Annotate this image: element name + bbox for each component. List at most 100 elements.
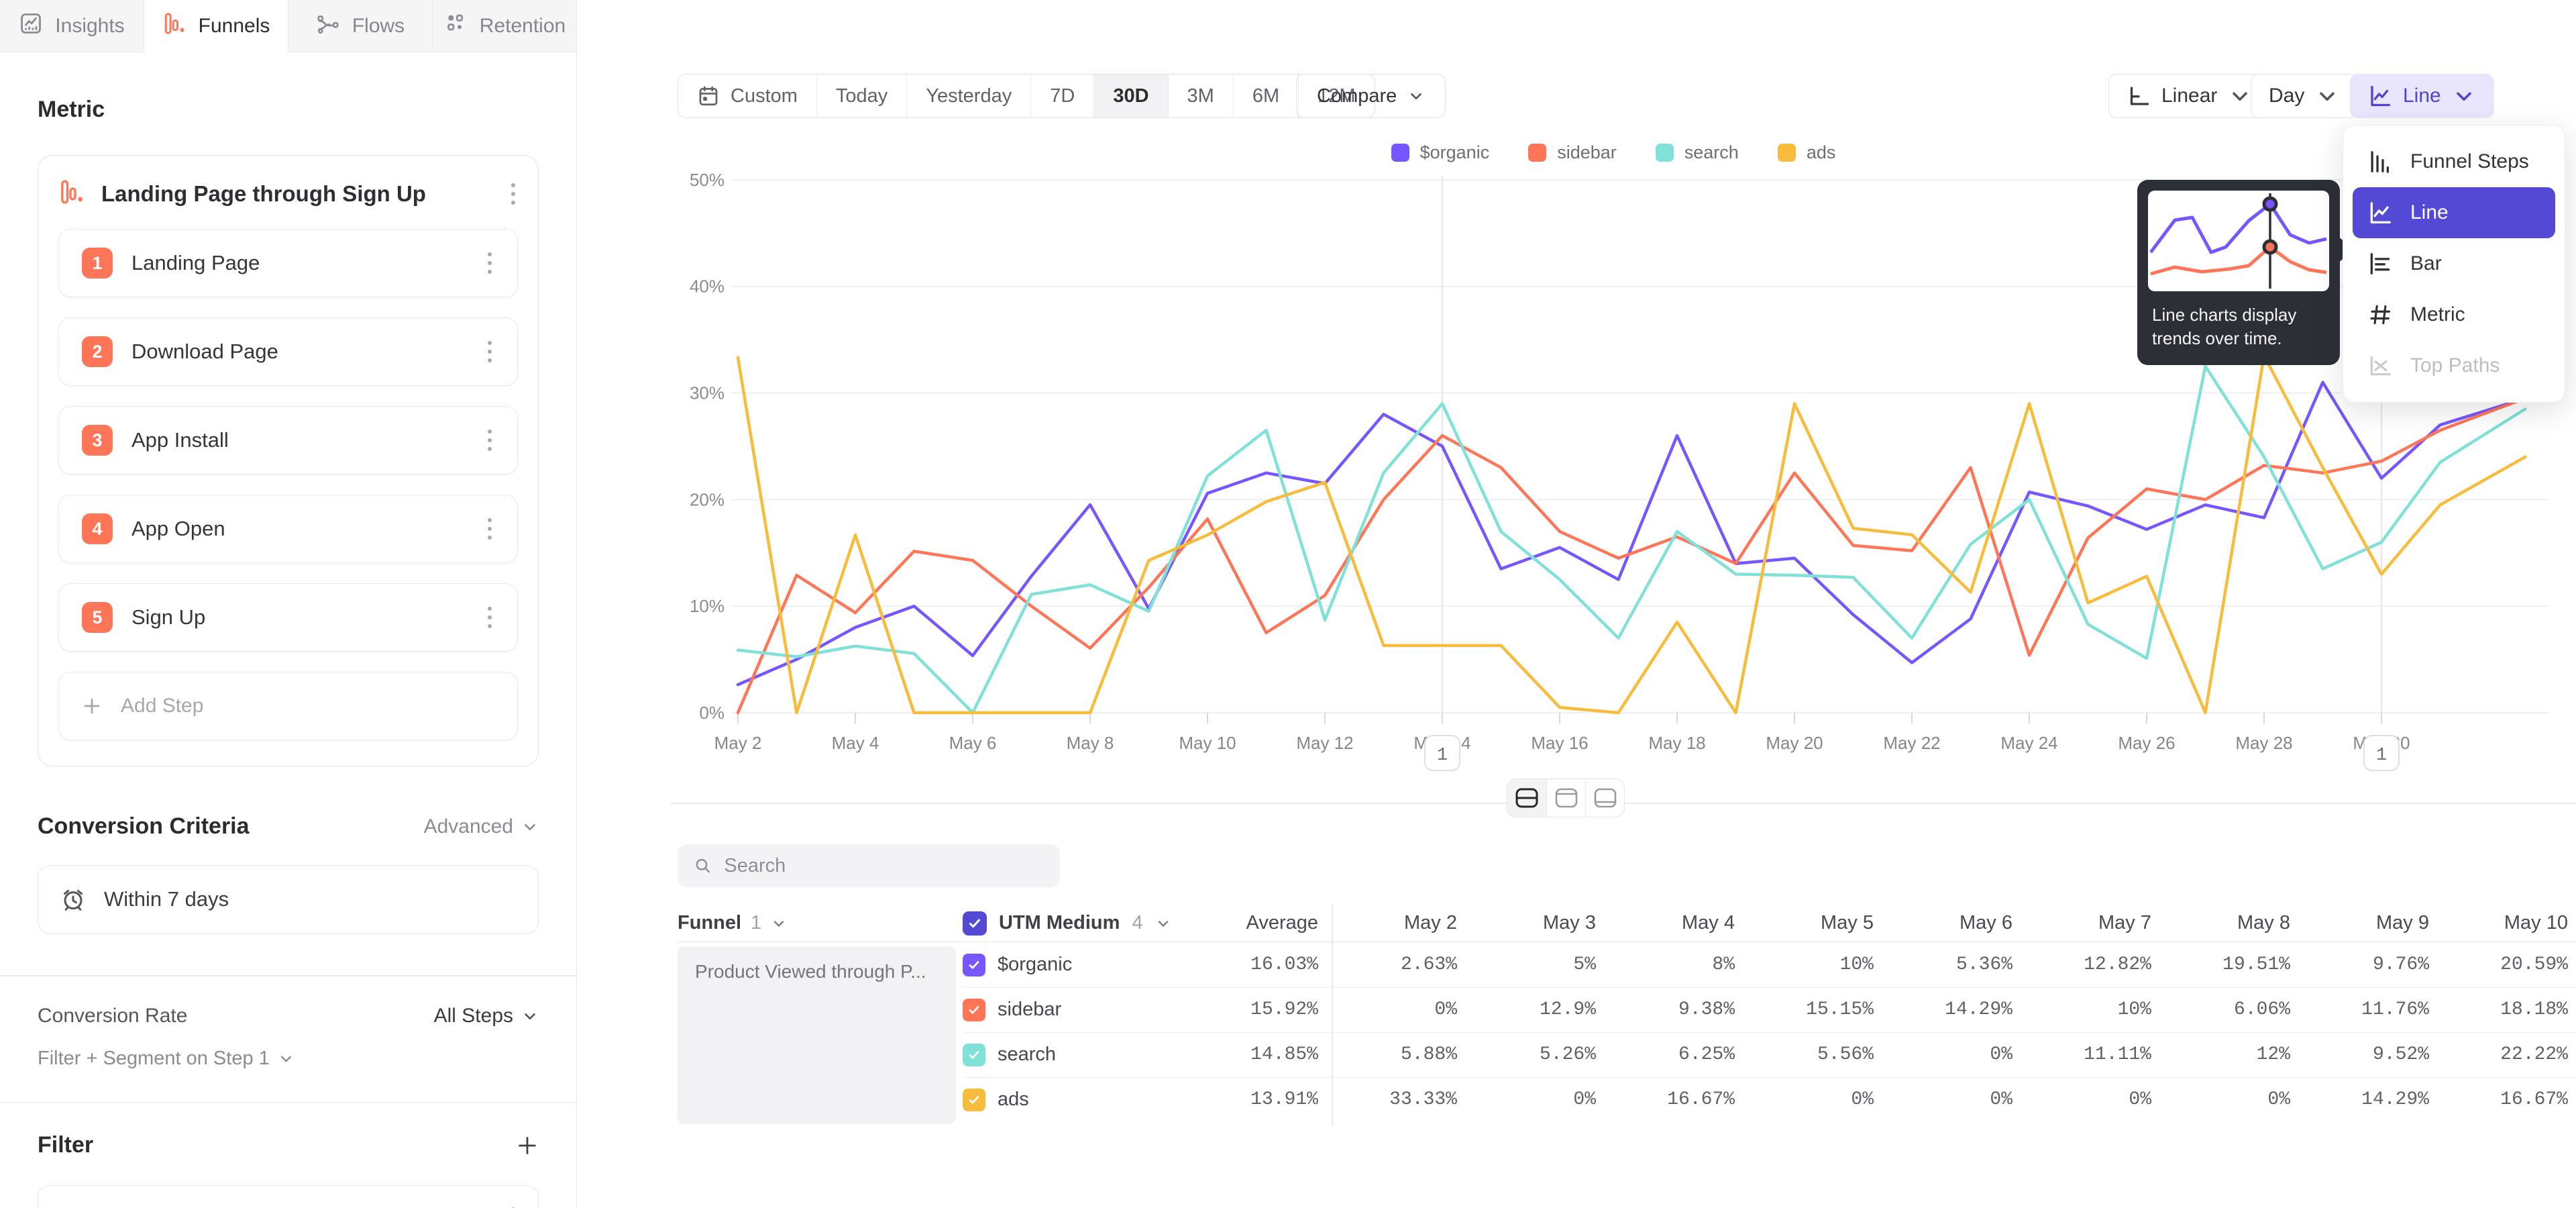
- cell-value: 14.85%: [1181, 1044, 1318, 1065]
- annotation-badge[interactable]: 1: [2364, 736, 2399, 770]
- legend-item-sidebar[interactable]: sidebar: [1528, 142, 1617, 163]
- range-today[interactable]: Today: [816, 74, 906, 117]
- step-label: Landing Page: [131, 251, 466, 275]
- conversion-criteria-mode-dropdown[interactable]: Advanced: [424, 815, 539, 838]
- cell-value: 0%: [1735, 1089, 1874, 1110]
- annotation-badge[interactable]: 1: [1425, 736, 1460, 770]
- range-custom[interactable]: Custom: [678, 74, 816, 117]
- funnel-step-3[interactable]: 3 App Install: [58, 406, 518, 474]
- funnel-column-dropdown[interactable]: Funnel 1: [678, 912, 963, 934]
- cell-value: 9.76%: [2290, 954, 2429, 975]
- svg-text:May 12: May 12: [1296, 733, 1353, 753]
- table-row-search: search14.85%5.88%5.26%6.25%5.56%0%11.11%…: [678, 1032, 2576, 1077]
- conversion-rate-dropdown[interactable]: All Steps: [434, 1005, 539, 1027]
- row-checkbox[interactable]: [963, 954, 985, 976]
- breakdown-table: Funnel 1 UTM Medium 4 AverageMay 2May 3M…: [678, 905, 2576, 1122]
- menu-item-funnel-steps[interactable]: Funnel Steps: [2353, 136, 2555, 187]
- cell-value: 0%: [2151, 1089, 2290, 1110]
- select-all-checkbox[interactable]: [963, 911, 987, 936]
- retention-icon: [443, 11, 468, 41]
- funnel-name-cell[interactable]: Product Viewed through P...: [678, 946, 956, 1124]
- column-header-may-3[interactable]: May 3: [1457, 912, 1596, 934]
- insights-icon: [19, 11, 43, 41]
- legend-swatch: [1391, 144, 1409, 162]
- svg-text:May 16: May 16: [1531, 733, 1588, 753]
- filter-kebab-menu[interactable]: [508, 1205, 518, 1208]
- range-7d[interactable]: 7D: [1030, 74, 1093, 117]
- funnel-step-5[interactable]: 5 Sign Up: [58, 583, 518, 652]
- chevron-down-icon: [521, 818, 539, 836]
- range-3m[interactable]: 3M: [1168, 74, 1233, 117]
- funnel-step-4[interactable]: 4 App Open: [58, 495, 518, 563]
- menu-item-metric[interactable]: Metric: [2353, 289, 2555, 340]
- cell-value: 18.18%: [2429, 999, 2568, 1020]
- chevron-down-icon: [2315, 84, 2339, 108]
- legend-item-organic[interactable]: $organic: [1391, 142, 1490, 163]
- tab-retention[interactable]: Retention: [433, 0, 577, 52]
- layout-split-view-button[interactable]: [1507, 779, 1546, 817]
- utm-medium-column-dropdown[interactable]: UTM Medium 4: [963, 911, 1181, 936]
- step-kebab-menu[interactable]: [485, 427, 494, 454]
- layout-table-bottom-view-button[interactable]: [1585, 779, 1624, 817]
- column-header-may-7[interactable]: May 7: [2012, 912, 2151, 934]
- layout-table-top-view-button[interactable]: [1546, 779, 1585, 817]
- table-search[interactable]: [678, 844, 1060, 887]
- filter-segment-step1-dropdown[interactable]: Filter + Segment on Step 1: [38, 1048, 539, 1070]
- tab-funnels[interactable]: Funnels: [144, 0, 288, 52]
- plus-icon: [516, 1134, 539, 1157]
- legend-swatch: [1656, 144, 1674, 162]
- tab-insights[interactable]: Insights: [0, 0, 144, 52]
- cell-value: 10%: [1735, 954, 1874, 975]
- compare-button[interactable]: Compare: [1296, 74, 1446, 118]
- chart-type-menu: Funnel StepsLineBarMetricTop Paths: [2343, 125, 2565, 403]
- column-header-may-8[interactable]: May 8: [2151, 912, 2290, 934]
- column-header-average[interactable]: Average: [1181, 912, 1318, 934]
- step-kebab-menu[interactable]: [485, 338, 494, 365]
- funnel-metric-icon: [58, 179, 85, 209]
- legend-item-ads[interactable]: ads: [1778, 142, 1836, 163]
- cell-value: 16.67%: [1596, 1089, 1735, 1110]
- row-checkbox[interactable]: [963, 999, 985, 1021]
- conversion-window-card[interactable]: Within 7 days: [38, 865, 539, 934]
- step-label: App Open: [131, 517, 466, 541]
- step-kebab-menu[interactable]: [485, 604, 494, 631]
- search-input[interactable]: [724, 855, 1044, 877]
- add-filter-button[interactable]: [516, 1134, 539, 1157]
- svg-text:40%: 40%: [690, 276, 724, 297]
- column-header-may-6[interactable]: May 6: [1874, 912, 2012, 934]
- chart-type-dropdown[interactable]: Line: [2350, 74, 2494, 118]
- legend-item-search[interactable]: search: [1656, 142, 1739, 163]
- row-checkbox[interactable]: [963, 1089, 985, 1111]
- row-checkbox[interactable]: [963, 1044, 985, 1066]
- cell-value: 14.29%: [2290, 1089, 2429, 1110]
- interval-dropdown[interactable]: Day: [2251, 74, 2357, 118]
- query-sidebar: Metric Landing Page through Sign Up 1 La…: [0, 52, 577, 1208]
- menu-item-bar[interactable]: Bar: [2353, 238, 2555, 289]
- column-header-may-2[interactable]: May 2: [1318, 912, 1457, 934]
- check-icon: [967, 1093, 981, 1107]
- step-kebab-menu[interactable]: [485, 250, 494, 276]
- scale-dropdown[interactable]: Linear: [2108, 74, 2270, 118]
- range-yesterday[interactable]: Yesterday: [906, 74, 1030, 117]
- cell-value: 12.82%: [2012, 954, 2151, 975]
- column-header-may-5[interactable]: May 5: [1735, 912, 1874, 934]
- column-header-may-10[interactable]: May 10: [2429, 912, 2568, 934]
- column-header-may-9[interactable]: May 9: [2290, 912, 2429, 934]
- menu-item-line[interactable]: Line: [2353, 187, 2555, 238]
- metric-heading: Metric: [38, 97, 539, 123]
- filter-platform-card[interactable]: Aa Platform Is iOS Native: [38, 1185, 539, 1208]
- funnel-step-1[interactable]: 1 Landing Page: [58, 229, 518, 297]
- svg-text:May 10: May 10: [1179, 733, 1236, 753]
- funnel-step-2[interactable]: 2 Download Page: [58, 317, 518, 386]
- step-kebab-menu[interactable]: [485, 515, 494, 542]
- tab-flows[interactable]: Flows: [288, 0, 433, 52]
- segment-name: $organic: [998, 954, 1072, 976]
- add-step-button[interactable]: Add Step: [58, 672, 518, 740]
- column-header-may-4[interactable]: May 4: [1596, 912, 1735, 934]
- svg-text:May 26: May 26: [2118, 733, 2175, 753]
- range-6m[interactable]: 6M: [1233, 74, 1298, 117]
- linear-axis-icon: [2127, 84, 2151, 108]
- alarm-clock-icon: [60, 886, 87, 913]
- metric-kebab-menu[interactable]: [508, 181, 518, 207]
- range-30d[interactable]: 30D: [1093, 74, 1167, 117]
